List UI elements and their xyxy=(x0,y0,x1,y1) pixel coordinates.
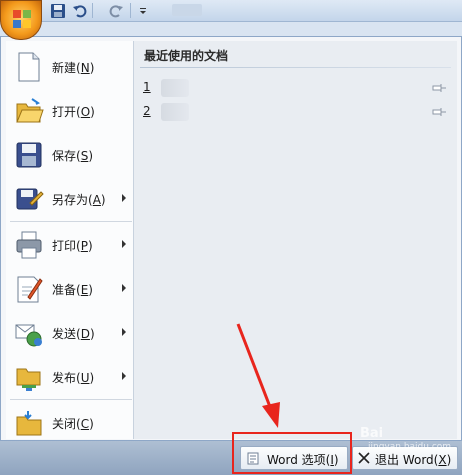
prepare-icon xyxy=(17,276,43,303)
menu-item-print[interactable]: 打印(P) xyxy=(6,223,134,267)
menu-item-new[interactable]: 新建(N) xyxy=(6,45,134,89)
exit-word-label: 退出 Word xyxy=(375,453,434,467)
menu-item-label: 保存 xyxy=(52,149,77,163)
menu-item-open[interactable]: 打开(O) xyxy=(6,89,134,133)
menu-item-label: 打开 xyxy=(52,105,77,119)
submenu-arrow-icon xyxy=(122,240,126,248)
menu-item-label: 准备 xyxy=(52,283,77,297)
submenu-arrow-icon xyxy=(122,194,126,202)
menu-divider xyxy=(10,399,132,400)
menu-item-publish[interactable]: 发布(U) xyxy=(6,355,134,399)
printer-icon xyxy=(16,231,42,259)
toolbar-separator xyxy=(130,3,131,18)
recent-item-name-blurred xyxy=(161,103,189,121)
menu-item-label: 新建 xyxy=(52,61,77,75)
red-arrow-annotation-icon xyxy=(236,323,280,428)
submenu-arrow-icon xyxy=(122,284,126,292)
menu-item-save[interactable]: 保存(S) xyxy=(6,133,134,177)
menu-item-prepare[interactable]: 准备(E) xyxy=(6,267,134,311)
exit-x-icon xyxy=(358,452,370,464)
menu-item-label: 发送 xyxy=(52,327,77,341)
submenu-arrow-icon xyxy=(122,372,126,380)
open-folder-icon xyxy=(16,98,44,123)
menu-divider xyxy=(10,221,132,222)
menu-item-label: 打印 xyxy=(52,239,77,253)
office-logo-icon xyxy=(13,10,31,28)
watermark: Bai jingyan.baidu.com xyxy=(360,426,451,452)
exit-word-shortcut: X xyxy=(438,453,447,467)
recent-document-item[interactable]: 2 xyxy=(143,103,449,121)
recent-item-number: 2 xyxy=(143,104,151,118)
save-as-icon xyxy=(16,188,44,210)
menu-item-shortcut: C xyxy=(80,417,90,431)
new-document-icon xyxy=(18,52,40,82)
recent-item-number: 1 xyxy=(143,80,151,94)
pin-icon[interactable] xyxy=(431,106,447,118)
menu-item-send[interactable]: 发送(D) xyxy=(6,311,134,355)
undo-icon[interactable] xyxy=(72,3,88,19)
customize-dropdown-icon[interactable] xyxy=(138,3,148,19)
quick-access-toolbar xyxy=(0,0,462,22)
recent-item-name-blurred xyxy=(161,79,189,97)
title-fragment xyxy=(172,4,202,16)
menu-item-shortcut: N xyxy=(80,61,90,75)
redo-icon[interactable] xyxy=(108,3,124,19)
close-folder-icon xyxy=(16,411,42,436)
menu-item-save-as[interactable]: 另存为(A) xyxy=(6,177,134,221)
menu-item-shortcut: A xyxy=(92,193,101,207)
menu-item-label: 关闭 xyxy=(52,417,77,431)
submenu-arrow-icon xyxy=(122,328,126,336)
recent-documents-title: 最近使用的文档 xyxy=(144,49,229,63)
menu-item-shortcut: E xyxy=(80,283,89,297)
menu-command-list: 新建(N) 打开(O) 保存(S) 另存为(A) 打印(P) 准备(E) 发送(… xyxy=(6,41,134,439)
recent-divider xyxy=(140,67,451,68)
menu-item-shortcut: U xyxy=(80,371,90,385)
pin-icon[interactable] xyxy=(431,82,447,94)
office-button[interactable] xyxy=(0,0,42,40)
highlight-box xyxy=(232,432,352,474)
menu-item-shortcut: S xyxy=(80,149,89,163)
menu-item-shortcut: P xyxy=(80,239,88,253)
menu-item-shortcut: O xyxy=(80,105,91,119)
menu-item-label: 发布 xyxy=(52,371,77,385)
menu-item-label: 另存为 xyxy=(52,193,89,207)
toolbar-separator xyxy=(92,3,93,18)
send-icon xyxy=(15,324,42,347)
save-disk-icon xyxy=(16,142,42,168)
menu-item-close[interactable]: 关闭(C) xyxy=(6,401,134,445)
watermark-text: Bai xyxy=(360,426,384,441)
watermark-subtext: jingyan.baidu.com xyxy=(368,442,452,452)
save-icon[interactable] xyxy=(50,3,66,19)
menu-item-shortcut: D xyxy=(80,327,90,341)
recent-document-item[interactable]: 1 xyxy=(143,79,449,97)
publish-icon xyxy=(16,368,41,391)
